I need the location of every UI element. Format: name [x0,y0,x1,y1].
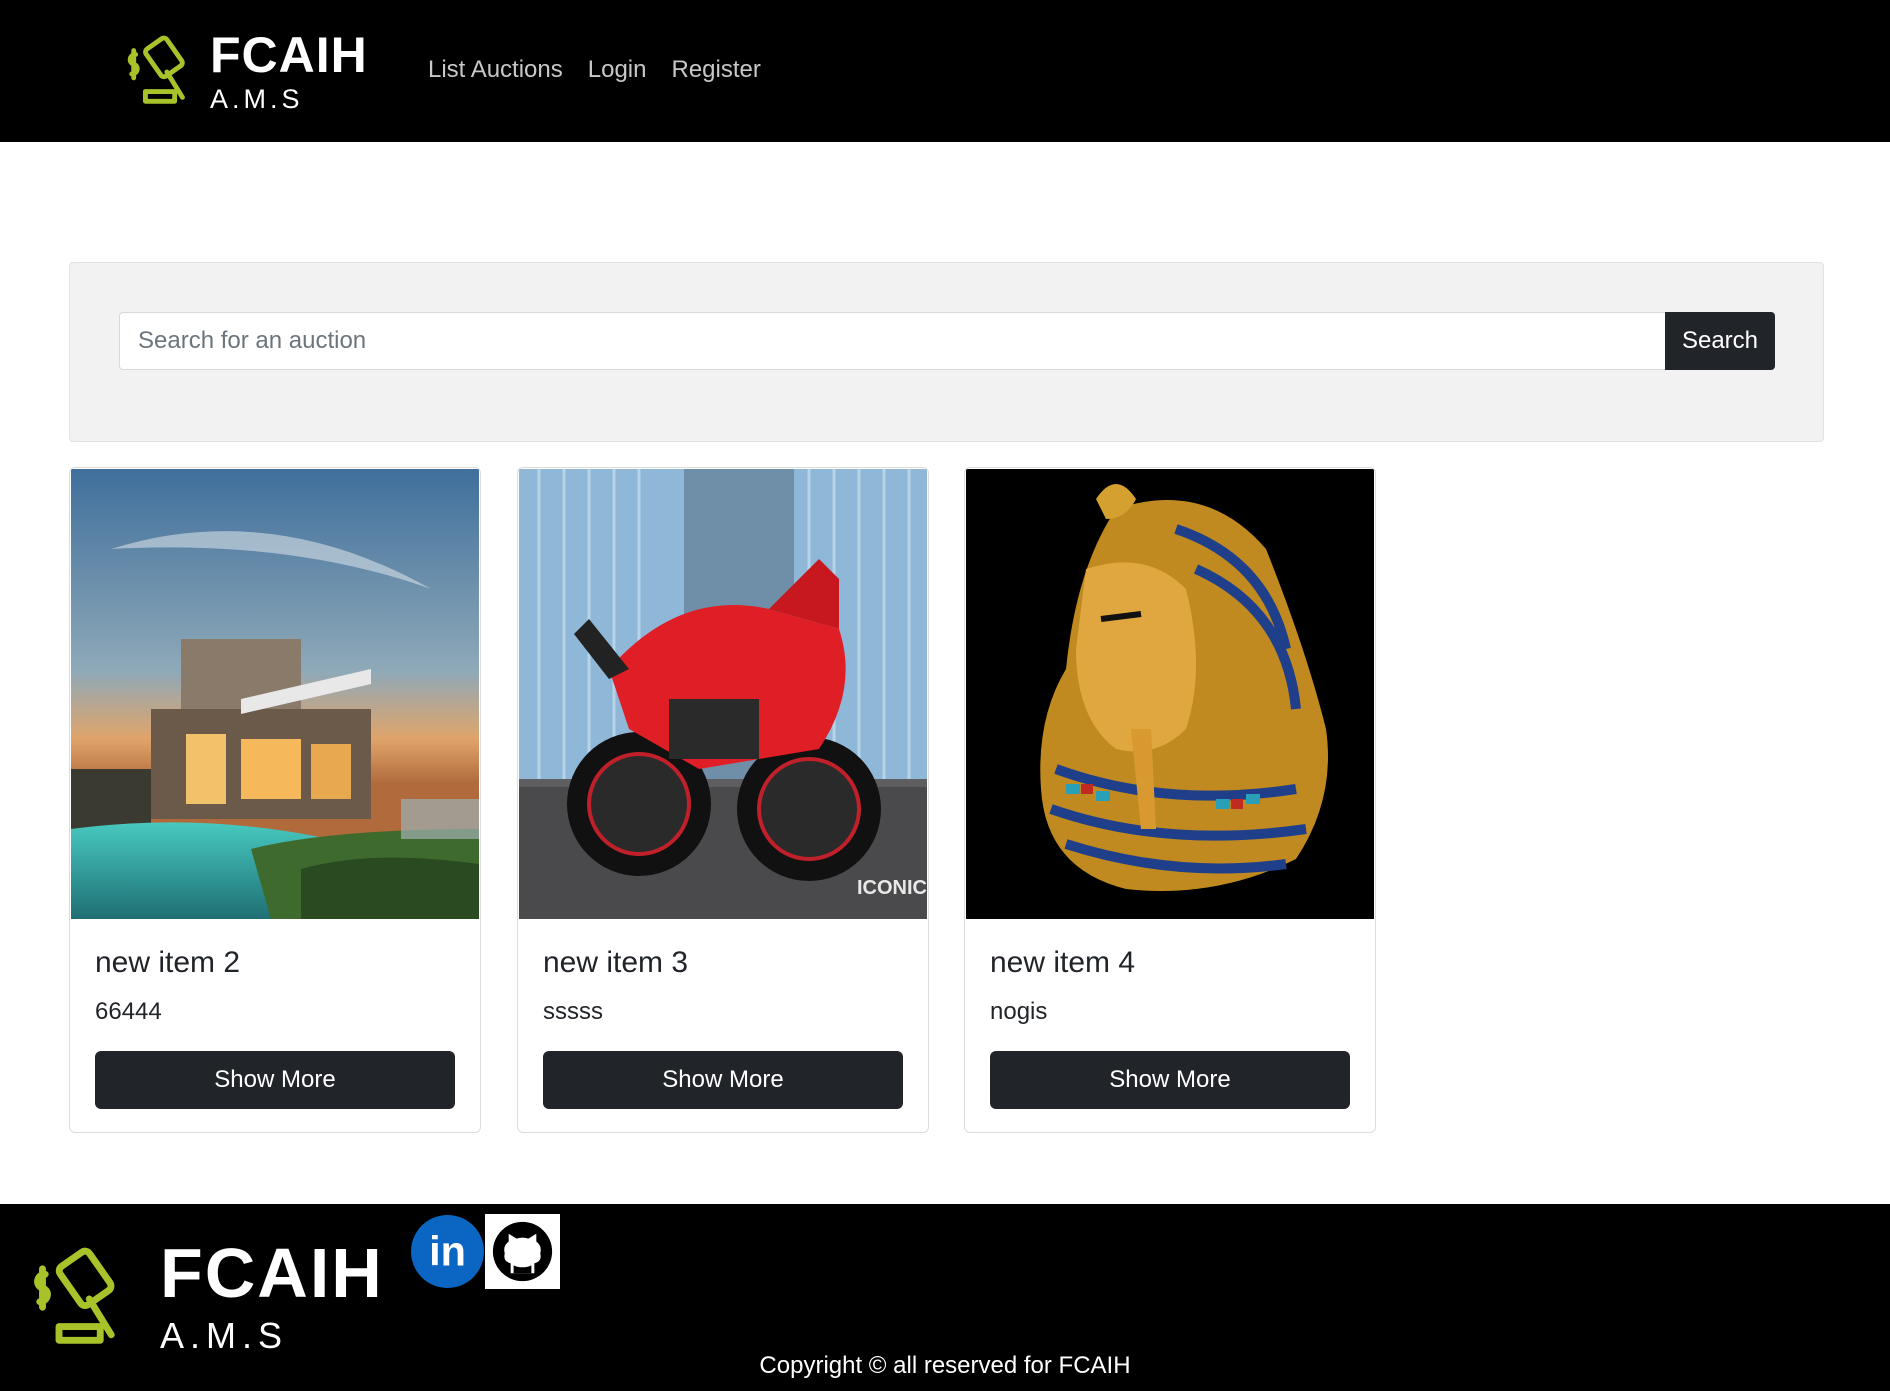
linkedin-icon: in [410,1214,485,1289]
show-more-button[interactable]: Show More [990,1051,1350,1109]
card-description: nogis [990,998,1048,1025]
red-motorcycle-image: ICONIC MOTORBIKES [519,469,927,919]
gavel-logo-icon [34,1247,115,1344]
footer-brand-title: FCAIH [160,1234,384,1312]
auction-card-3: new item 4 nogis Show More [964,467,1376,1133]
nav-link-login[interactable]: Login [588,56,647,84]
card-title: new item 4 [990,946,1136,979]
footer-brand-subtitle: A.M.S [160,1315,289,1356]
card-description: sssss [543,998,603,1025]
modern-house-image [71,469,479,919]
pharaoh-mask-image [966,469,1374,919]
card-title: new item 3 [543,946,689,979]
show-more-button[interactable]: Show More [95,1051,455,1109]
show-more-button[interactable]: Show More [543,1051,903,1109]
search-row: Search [119,312,1775,370]
nav-link-register[interactable]: Register [671,56,760,84]
search-input[interactable] [119,312,1665,370]
svg-text:in: in [429,1227,466,1274]
brand-subtitle: A.M.S [210,84,304,114]
nav-links: List Auctions Login Register [428,56,761,84]
navbar: FCAIH A.M.S List Auctions Login Register [0,0,1890,142]
card-description: 66444 [95,998,162,1025]
brand-title: FCAIH [210,27,368,83]
auction-card-1: new item 2 66444 Show More [69,467,481,1133]
search-panel: Search [69,262,1824,442]
github-icon [485,1214,560,1289]
card-title: new item 2 [95,946,241,979]
brand-logo-link[interactable]: FCAIH A.M.S [122,30,368,113]
nav-link-list-auctions[interactable]: List Auctions [428,56,563,84]
watermark-text: ICONIC MOTORBIKES [857,877,927,899]
search-button[interactable]: Search [1665,312,1775,370]
footer-brand: FCAIH A.M.S [26,1234,384,1354]
gavel-logo-icon [127,35,185,104]
copyright-text: Copyright © all reserved for FCAIH [759,1352,1131,1379]
auction-card-2: ICONIC MOTORBIKES new item 3 sssss Show … [517,467,929,1133]
